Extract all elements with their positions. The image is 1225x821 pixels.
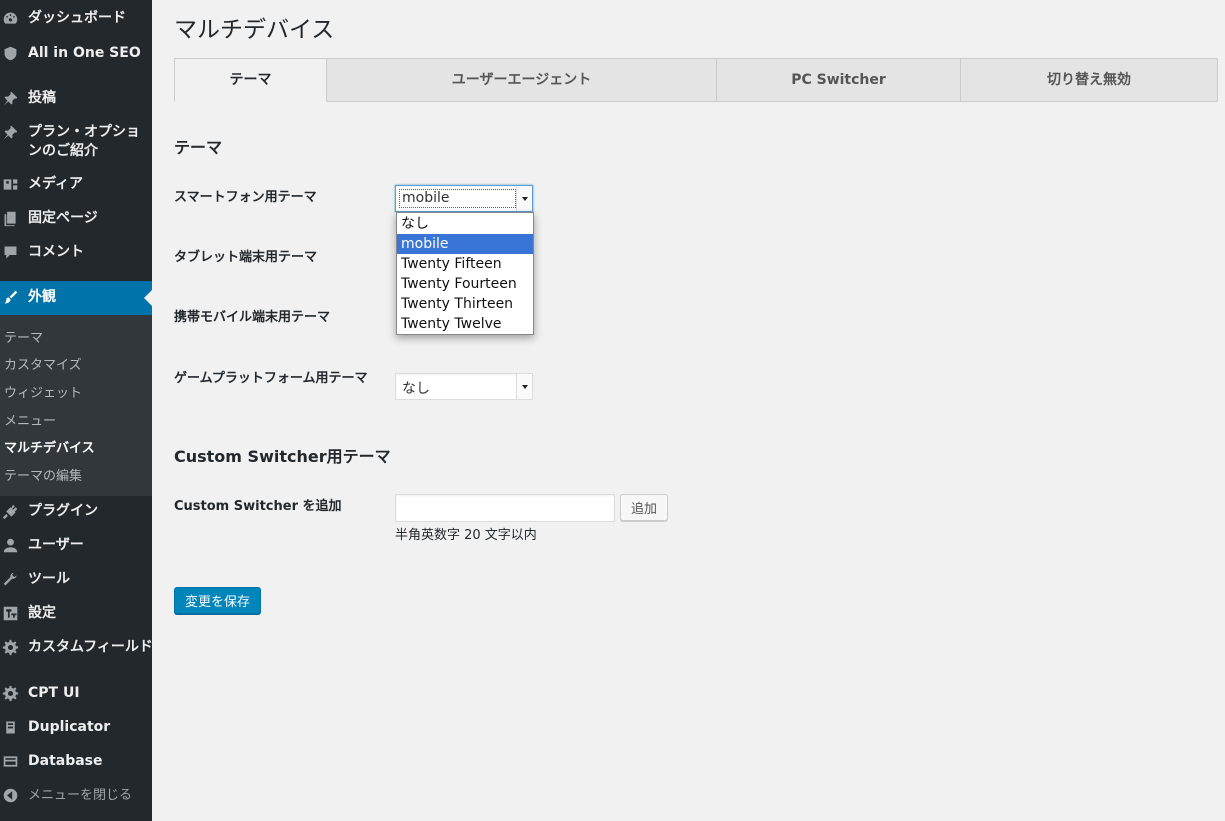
pin-icon	[2, 124, 19, 141]
dropdown-option[interactable]: なし	[397, 214, 533, 234]
page-icon	[2, 210, 19, 227]
dropdown-option-selected[interactable]: mobile	[397, 234, 533, 254]
mobile-theme-label: 携帯モバイル端末用テーマ	[174, 310, 331, 325]
sidebar-item-label: メニューを閉じる	[28, 788, 133, 803]
appearance-submenu: テーマ カスタマイズ ウィジェット メニュー マルチデバイス テーマの編集	[0, 315, 152, 496]
sidebar-item-label: Database	[28, 753, 103, 769]
tab-bar: テーマ ユーザーエージェント PC Switcher 切り替え無効	[174, 58, 1218, 102]
sidebar-item-label: コメント	[28, 244, 84, 260]
tab-theme[interactable]: テーマ	[174, 58, 327, 102]
dropdown-option[interactable]: Twenty Thirteen	[397, 294, 533, 314]
sidebar-item-label: プラグイン	[28, 503, 98, 519]
input-hint: 半角英数字 20 文字以内	[395, 528, 537, 543]
select-value: なし	[402, 381, 430, 397]
dropdown-option[interactable]: Twenty Fifteen	[397, 254, 533, 274]
add-button[interactable]: 追加	[620, 494, 668, 521]
sidebar-item-label: 固定ページ	[28, 210, 98, 226]
chevron-down-icon	[516, 186, 532, 211]
sidebar-item-label: ダッシュボード	[28, 10, 126, 26]
chevron-down-icon	[516, 374, 532, 399]
submenu-item-multidevice[interactable]: マルチデバイス	[4, 437, 95, 456]
submenu-item-theme-editor[interactable]: テーマの編集	[4, 465, 82, 484]
wrench-icon	[2, 571, 19, 588]
sidebar-active-highlight	[0, 281, 152, 315]
settings-icon	[2, 605, 19, 622]
custom-switcher-input[interactable]	[395, 494, 615, 522]
shield-icon	[2, 45, 19, 62]
collapse-icon	[2, 787, 19, 804]
sidebar-item-label: 設定	[28, 605, 56, 621]
plugin-icon	[2, 503, 19, 520]
media-icon	[2, 176, 19, 193]
sidebar-item-label: カスタムフィールド	[28, 639, 153, 655]
submenu-item-themes[interactable]: テーマ	[4, 327, 43, 346]
gear-icon	[2, 639, 19, 656]
sidebar-item-label: ツール	[28, 571, 70, 587]
sidebar-item-label: CPT UI	[28, 685, 80, 701]
submenu-item-widgets[interactable]: ウィジェット	[4, 382, 82, 401]
game-platform-theme-label: ゲームプラットフォーム用テーマ	[174, 371, 368, 386]
dropdown-option[interactable]: Twenty Fourteen	[397, 274, 533, 294]
database-icon	[2, 753, 19, 770]
smartphone-theme-label: スマートフォン用テーマ	[174, 190, 317, 205]
tablet-theme-label: タブレット端末用テーマ	[174, 250, 318, 265]
brush-icon	[2, 289, 19, 306]
user-icon	[2, 537, 19, 554]
active-arrow	[144, 290, 152, 306]
custom-switcher-add-label: Custom Switcher を追加	[174, 499, 342, 514]
sidebar-item-label: Duplicator	[28, 719, 111, 735]
sidebar-item-label: 外観	[28, 289, 56, 305]
submenu-item-customize[interactable]: カスタマイズ	[4, 354, 82, 373]
theme-dropdown-list: なし mobile Twenty Fifteen Twenty Fourteen…	[396, 212, 534, 335]
sidebar-item-label: ユーザー	[28, 537, 84, 553]
sidebar-item-label: 投稿	[28, 90, 56, 106]
pin-icon	[2, 90, 19, 107]
tab-user-agent[interactable]: ユーザーエージェント	[326, 58, 717, 102]
tab-disable-switching[interactable]: 切り替え無効	[960, 58, 1218, 102]
select-value: mobile	[402, 190, 450, 206]
comment-icon	[2, 244, 19, 261]
duplicator-icon	[2, 719, 19, 736]
game-platform-theme-select[interactable]: なし	[395, 373, 533, 400]
gear-icon	[2, 685, 19, 702]
dashboard-icon	[2, 10, 19, 27]
tab-pc-switcher[interactable]: PC Switcher	[716, 58, 961, 102]
save-changes-button[interactable]: 変更を保存	[174, 587, 261, 614]
sidebar-item-label: メディア	[28, 176, 84, 192]
admin-sidebar: テーマ カスタマイズ ウィジェット メニュー マルチデバイス テーマの編集 ダッ…	[0, 0, 153, 821]
page-title: マルチデバイス	[174, 17, 335, 43]
sidebar-item-label: All in One SEO	[28, 45, 141, 61]
smartphone-theme-select[interactable]: mobile	[395, 185, 533, 212]
submenu-item-menus[interactable]: メニュー	[4, 410, 56, 429]
theme-section-heading: テーマ	[174, 138, 223, 157]
sidebar-item-label: プラン・オプションのご紹介	[28, 124, 140, 159]
custom-switcher-heading: Custom Switcher用テーマ	[174, 447, 391, 466]
dropdown-option[interactable]: Twenty Twelve	[397, 314, 533, 334]
